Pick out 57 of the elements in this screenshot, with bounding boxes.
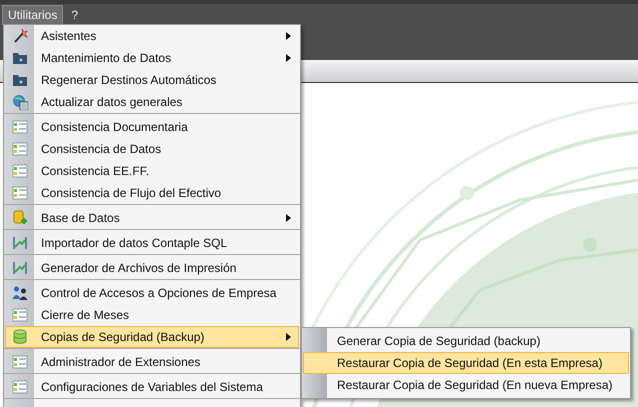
menu-item-label: Actualizar datos generales xyxy=(41,94,184,111)
submenu-arrow-icon xyxy=(286,333,291,341)
menu-item-label: Consistencia EE.FF. xyxy=(41,163,150,180)
menu-item-label: Administrador de Extensiones xyxy=(41,354,202,371)
list-icon xyxy=(12,141,28,157)
list-icon xyxy=(12,119,28,135)
menu-item[interactable]: Base de Datos xyxy=(5,207,299,229)
menu-item-label: Consistencia de Datos xyxy=(41,141,162,158)
chart-icon xyxy=(12,260,28,276)
menu-item[interactable]: Copias de Seguridad (Backup) xyxy=(5,326,299,348)
database-icon xyxy=(12,329,28,345)
folder-icon xyxy=(12,72,28,88)
menu-item-label: Cierre de Meses xyxy=(41,307,130,324)
menu-item-label: Asistentes xyxy=(41,28,98,45)
menu-item-label: Consistencia de Flujo del Efectivo xyxy=(41,185,222,202)
menu-item[interactable]: Control de Accesos a Opciones de Empresa xyxy=(5,282,299,304)
list-icon xyxy=(12,379,28,395)
menu-item[interactable]: Consistencia EE.FF. xyxy=(5,160,299,182)
menu-item[interactable]: Mantenimiento de Datos xyxy=(5,47,299,69)
menu-item-label: Generador de Archivos de Impresión xyxy=(41,260,238,277)
submenu-item[interactable]: Restaurar Copia de Seguridad (En nueva Empresa) xyxy=(303,374,629,396)
list-icon xyxy=(12,354,28,370)
menu-item[interactable]: Administrador de Extensiones xyxy=(5,351,299,373)
menu-item[interactable]: Consistencia de Datos xyxy=(5,138,299,160)
database-plus-icon xyxy=(12,210,28,226)
menu-item[interactable]: Generador de Archivos de Impresión xyxy=(5,257,299,279)
submenu-arrow-icon xyxy=(286,214,291,222)
submenu-arrow-icon xyxy=(286,32,291,40)
menu-item-label: Control de Accesos a Opciones de Empresa xyxy=(41,285,278,302)
menu-item[interactable]: Asistentes xyxy=(5,25,299,47)
users-icon xyxy=(12,285,28,301)
list-icon xyxy=(12,185,28,201)
menu-item-label: Mantenimiento de Datos xyxy=(41,50,172,67)
wand-icon xyxy=(12,28,28,44)
menu-bar-item[interactable]: ? xyxy=(65,5,84,25)
menu-item[interactable]: Cierre de Meses xyxy=(5,304,299,326)
submenu-arrow-icon xyxy=(286,54,291,62)
menu-item-label: Base de Datos xyxy=(41,210,121,227)
list-icon xyxy=(12,307,28,323)
menu-item[interactable]: Importador de datos Contaple SQL xyxy=(5,232,299,254)
menu-item[interactable]: Consistencia de Flujo del Efectivo xyxy=(5,182,299,204)
menu-item-label: Consistencia Documentaria xyxy=(41,119,189,136)
menu-item-label: Copias de Seguridad (Backup) xyxy=(41,329,206,346)
menu-item[interactable]: Consistencia Documentaria xyxy=(5,116,299,138)
menu-item[interactable]: Configuraciones de Variables del Sistema xyxy=(5,376,299,398)
submenu-item[interactable]: Generar Copia de Seguridad (backup) xyxy=(303,330,629,352)
menu-item-label: Configuraciones de Variables del Sistema xyxy=(41,379,264,396)
menu-item-label: Regenerar Destinos Automáticos xyxy=(41,72,218,89)
folder-icon xyxy=(12,50,28,66)
menu-item-label: Importador de datos Contaple SQL xyxy=(41,235,228,252)
menu-bar-item[interactable]: Utilitarios xyxy=(2,5,64,25)
chart-icon xyxy=(12,235,28,251)
menu-item[interactable]: Regenerar Destinos Automáticos xyxy=(5,69,299,91)
menu-item[interactable]: Actualizar datos generales xyxy=(5,91,299,113)
submenu-item[interactable]: Restaurar Copia de Seguridad (En esta Empresa) xyxy=(303,352,629,374)
globe-calendar-icon xyxy=(12,94,28,110)
list-icon xyxy=(12,163,28,179)
